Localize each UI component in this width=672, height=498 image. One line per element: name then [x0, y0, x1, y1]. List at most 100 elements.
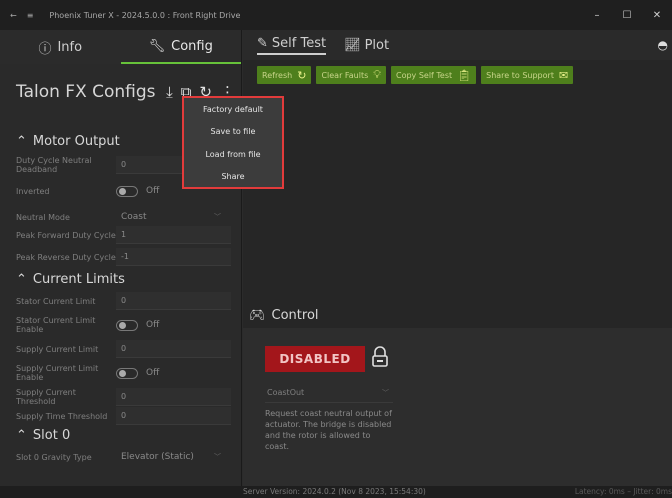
tab-info-label: Info [57, 39, 83, 55]
share-support-label: Share to Support [486, 70, 554, 80]
copy-self-test-button[interactable]: Copy Self Test 📋︎ [390, 66, 477, 84]
settings-toggle-icon[interactable]: ◓ [658, 38, 668, 52]
tab-self-test[interactable]: ✎ Self Test [257, 35, 327, 55]
clear-faults-button[interactable]: Clear Faults 💡︎ [316, 66, 386, 84]
menu-item-save-to-file[interactable]: Save to file [184, 121, 282, 144]
stator-enable-label: Stator Current Limit Enable [16, 316, 96, 334]
inverted-label: Inverted [16, 186, 50, 196]
duty-deadband-label: Duty Cycle Neutral Deadband [16, 156, 92, 174]
supply-threshold-label: Supply Current Threshold [16, 388, 76, 406]
close-button[interactable]: ✕ [642, 10, 672, 21]
control-header: 🎮︎ Control [249, 308, 319, 323]
left-tab-bar: ⓘ Info 🔧︎ Config [0, 30, 241, 64]
row-supply-time: Supply Time Threshold 0 [0, 407, 241, 425]
enable-toggle-button[interactable]: DISABLED [265, 346, 365, 372]
gravity-type-select[interactable]: Elevator (Static) ﹀ [116, 448, 231, 466]
hamburger-menu-icon[interactable]: ≡ [27, 11, 34, 20]
tab-config[interactable]: 🔧︎ Config [120, 30, 241, 64]
peak-forward-label: Peak Forward Duty Cycle [16, 230, 116, 240]
config-context-menu: Factory default Save to file Load from f… [182, 96, 284, 189]
refresh-button-label: Refresh [262, 70, 293, 80]
section-current-limits[interactable]: ⌃ Current Limits [0, 268, 241, 290]
right-tab-bar: ✎ Self Test 📈︎ Plot ◓ [243, 30, 672, 60]
control-mode-select[interactable]: CoastOut ﹀ [265, 383, 393, 403]
refresh-icon: ↻ [297, 68, 307, 82]
window-title: Phoenix Tuner X - 2024.5.0.0 : Front Rig… [49, 10, 241, 20]
latency-readout: Latency: 0ms – Jitter: 0ms [574, 487, 672, 496]
neutral-mode-value: Coast [121, 212, 147, 222]
share-support-button[interactable]: Share to Support ✉ [481, 66, 574, 84]
tab-info[interactable]: ⓘ Info [0, 30, 121, 64]
toggle-switch[interactable] [116, 319, 138, 331]
inverted-toggle[interactable]: Off [116, 185, 160, 197]
stator-enable-state: Off [146, 320, 160, 330]
self-test-icon: ✎ [257, 35, 268, 51]
menu-item-share[interactable]: Share [184, 166, 282, 189]
download-icon[interactable]: ⤓ [166, 83, 173, 101]
section-slot0-label: Slot 0 [32, 427, 71, 443]
supply-enable-state: Off [146, 368, 160, 378]
lock-icon[interactable] [371, 346, 389, 368]
section-current-limits-label: Current Limits [32, 271, 125, 287]
clipboard-icon: 📋︎ [457, 68, 472, 82]
mail-icon: ✉ [558, 68, 569, 82]
control-panel: DISABLED CoastOut ﹀ Request coast neutra… [243, 328, 672, 486]
toggle-switch[interactable] [116, 367, 138, 379]
neutral-mode-select[interactable]: Coast ﹀ [116, 208, 231, 226]
plot-icon: 📈︎ [344, 37, 361, 53]
peak-forward-input[interactable]: 1 [116, 226, 231, 244]
toggle-switch[interactable] [116, 185, 138, 197]
supply-enable-toggle[interactable]: Off [116, 367, 160, 379]
self-test-output [257, 88, 662, 328]
tab-plot[interactable]: 📈︎ Plot [344, 38, 389, 53]
section-slot0[interactable]: ⌃ Slot 0 [0, 424, 241, 446]
title-bar: ← ≡ Phoenix Tuner X - 2024.5.0.0 : Front… [0, 0, 672, 30]
chevron-down-icon: ﹀ [382, 388, 389, 397]
row-peak-reverse: Peak Reverse Duty Cycle -1 [0, 246, 241, 268]
refresh-button[interactable]: Refresh ↻ [257, 66, 312, 84]
control-title: Control [271, 308, 319, 323]
menu-item-load-from-file[interactable]: Load from file [184, 143, 282, 166]
supply-threshold-input[interactable]: 0 [116, 388, 231, 406]
status-bar: Server Version: 2024.0.2 (Nov 8 2023, 15… [0, 486, 672, 498]
supply-limit-input[interactable]: 0 [116, 340, 231, 358]
row-stator-limit: Stator Current Limit 0 [0, 290, 241, 312]
section-motor-output-label: Motor Output [32, 133, 120, 149]
peak-reverse-input[interactable]: -1 [116, 248, 231, 266]
tab-config-label: Config [171, 38, 213, 54]
supply-enable-label: Supply Current Limit Enable [16, 364, 99, 382]
supply-time-input[interactable]: 0 [116, 407, 231, 425]
supply-time-label: Supply Time Threshold [16, 411, 108, 421]
wrench-icon: 🔧︎ [148, 38, 166, 54]
stator-limit-input[interactable]: 0 [116, 292, 231, 310]
minimize-button[interactable]: – [582, 10, 612, 21]
info-icon: ⓘ [38, 41, 52, 57]
control-mode-value: CoastOut [267, 388, 305, 397]
menu-item-factory-default[interactable]: Factory default [184, 98, 282, 121]
maximize-button[interactable]: ☐ [612, 10, 642, 21]
right-pane: ✎ Self Test 📈︎ Plot ◓ Refresh ↻ Clear Fa… [243, 30, 672, 486]
row-supply-enable: Supply Current Limit Enable Off [0, 360, 241, 386]
stator-enable-toggle[interactable]: Off [116, 319, 160, 331]
row-stator-enable: Stator Current Limit Enable Off [0, 312, 241, 338]
server-version: Server Version: 2024.0.2 (Nov 8 2023, 15… [243, 487, 426, 496]
tab-self-test-label: Self Test [271, 35, 327, 51]
tab-plot-label: Plot [364, 37, 390, 53]
neutral-mode-label: Neutral Mode [16, 212, 70, 222]
chevron-down-icon: ﹀ [214, 453, 221, 461]
chevron-down-icon: ﹀ [214, 213, 221, 221]
row-neutral-mode: Neutral Mode Coast ﹀ [0, 210, 241, 224]
clear-faults-label: Clear Faults [321, 70, 369, 80]
gamepad-icon: 🎮︎ [249, 308, 266, 323]
control-mode-description: Request coast neutral output of actuator… [265, 409, 392, 451]
peak-reverse-label: Peak Reverse Duty Cycle [16, 252, 116, 262]
inverted-toggle-state: Off [146, 186, 160, 196]
gravity-type-value: Elevator (Static) [121, 452, 194, 462]
row-gravity-type: Slot 0 Gravity Type Elevator (Static) ﹀ [0, 446, 241, 468]
copy-self-test-label: Copy Self Test [395, 70, 453, 80]
lightbulb-icon: 💡︎ [373, 68, 381, 81]
collapse-chevron-icon: ⌃ [16, 271, 27, 287]
back-arrow-icon[interactable]: ← [10, 11, 17, 20]
collapse-chevron-icon: ⌃ [16, 133, 27, 149]
self-test-toolbar: Refresh ↻ Clear Faults 💡︎ Copy Self Test… [257, 66, 574, 84]
